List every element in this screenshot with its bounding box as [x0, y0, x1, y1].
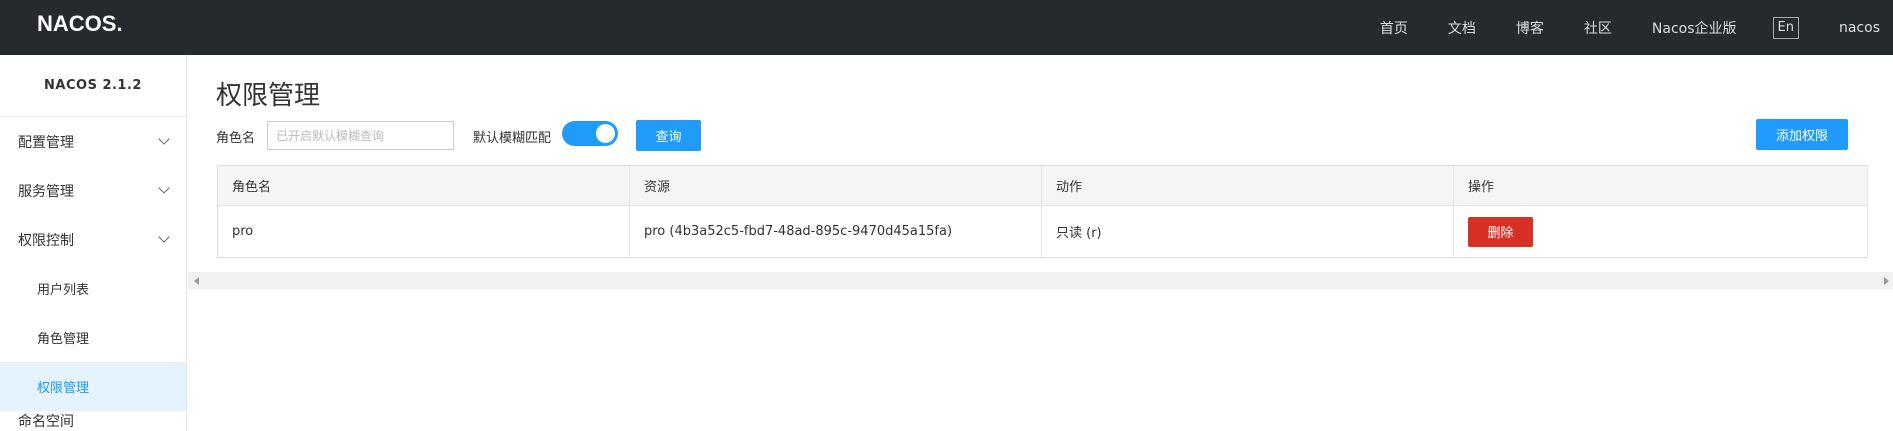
language-switch-button[interactable]: En — [1772, 16, 1799, 39]
fuzzy-match-label: 默认模糊匹配 — [473, 131, 552, 146]
sidebar-item-roles[interactable]: 角色管理 — [0, 313, 186, 362]
scroll-right-icon[interactable] — [1884, 277, 1889, 285]
fuzzy-match-toggle[interactable] — [562, 121, 618, 146]
sidebar: NACOS 2.1.2 配置管理 服务管理 权限控制 用户列表 角色管理 权限管… — [0, 55, 187, 431]
role-search-input[interactable] — [267, 121, 454, 150]
version-label: NACOS 2.1.2 — [0, 55, 186, 117]
chevron-down-icon — [158, 231, 170, 243]
sidebar-group-service[interactable]: 服务管理 — [0, 166, 186, 215]
cell-role: pro — [217, 205, 630, 258]
sidebar-item-permissions[interactable]: 权限管理 — [0, 362, 186, 411]
col-resource: 资源 — [629, 165, 1042, 206]
col-operation: 操作 — [1453, 165, 1868, 206]
sidebar-group-auth[interactable]: 权限控制 — [0, 215, 186, 264]
nacos-logo[interactable]: NACOS. — [37, 11, 123, 37]
nav-blog[interactable]: 博客 — [1516, 18, 1544, 38]
nav-enterprise[interactable]: Nacos企业版 — [1652, 18, 1737, 38]
horizontal-scrollbar[interactable] — [188, 272, 1893, 289]
col-action: 动作 — [1041, 165, 1454, 206]
top-header: NACOS. 首页 文档 博客 社区 Nacos企业版 En nacos — [0, 0, 1893, 55]
cell-operation: 删除 — [1453, 205, 1868, 258]
sidebar-group-label: 配置管理 — [18, 134, 74, 151]
col-role: 角色名 — [217, 165, 630, 206]
sidebar-group-label: 服务管理 — [18, 183, 74, 200]
table-row: pro pro (4b3a52c5-fbd7-48ad-895c-9470d45… — [217, 205, 1868, 258]
main-content: 权限管理 角色名 默认模糊匹配 查询 添加权限 角色名 资源 动作 操作 pro… — [188, 55, 1893, 431]
user-menu[interactable]: nacos — [1839, 20, 1880, 36]
table-header-row: 角色名 资源 动作 操作 — [217, 165, 1868, 206]
add-permission-button[interactable]: 添加权限 — [1756, 119, 1848, 150]
role-name-label: 角色名 — [216, 131, 256, 146]
top-nav: 首页 文档 博客 社区 Nacos企业版 En nacos — [1340, 0, 1893, 55]
sidebar-group-label: 权限控制 — [18, 232, 74, 249]
sidebar-group-namespace[interactable]: 命名空间 — [0, 411, 186, 431]
page-title: 权限管理 — [216, 81, 321, 111]
nav-community[interactable]: 社区 — [1584, 18, 1612, 38]
permission-table: 角色名 资源 动作 操作 pro pro (4b3a52c5-fbd7-48ad… — [217, 165, 1868, 258]
chevron-down-icon — [158, 133, 170, 145]
query-button[interactable]: 查询 — [636, 120, 701, 151]
nav-docs[interactable]: 文档 — [1448, 18, 1476, 38]
scroll-left-icon[interactable] — [194, 277, 199, 285]
delete-button[interactable]: 删除 — [1468, 216, 1533, 247]
cell-action: 只读 (r) — [1041, 205, 1454, 258]
sidebar-item-users[interactable]: 用户列表 — [0, 264, 186, 313]
toggle-knob — [596, 124, 615, 143]
sidebar-group-config[interactable]: 配置管理 — [0, 117, 186, 166]
chevron-down-icon — [158, 182, 170, 194]
cell-resource: pro (4b3a52c5-fbd7-48ad-895c-9470d45a15f… — [629, 205, 1042, 258]
nav-home[interactable]: 首页 — [1380, 18, 1408, 38]
